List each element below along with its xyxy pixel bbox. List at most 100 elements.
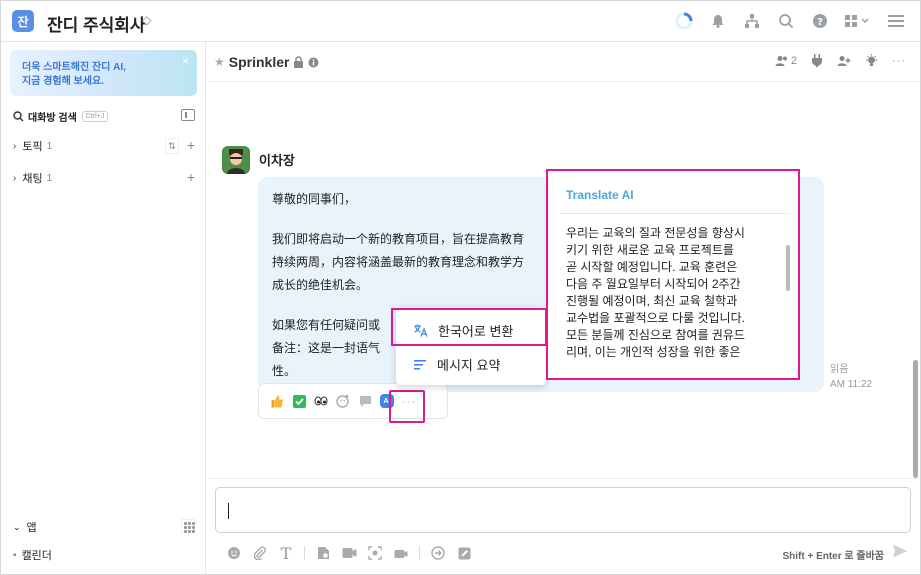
video-call-icon[interactable] <box>341 545 357 561</box>
translation-line: 모든 분들께 진심으로 참여를 권유드 <box>566 328 745 342</box>
channel-header: ★ Sprinkler 2 ··· <box>206 42 920 82</box>
workspace-badge[interactable]: 잔 <box>12 10 34 32</box>
sidebar-section-topic[interactable]: › 토픽 1 ⇅ + <box>13 138 195 154</box>
search-icon[interactable] <box>776 11 796 31</box>
workspace-switch-icon[interactable]: ◇ <box>142 13 151 27</box>
apps-menu-icon[interactable] <box>844 11 872 31</box>
sort-icon[interactable]: ⇅ <box>165 138 179 154</box>
sidebar: 더욱 스마트해진 잔디 AI, 지금 경험해 보세요. × 대화방 검색 Ctr… <box>1 42 206 574</box>
lock-icon <box>294 56 304 68</box>
toolbar-divider <box>304 546 305 560</box>
translation-line: 우리는 교육의 질과 전문성을 향상시 <box>566 226 745 240</box>
translation-line: 곧 시작할 예정입니다. 교육 훈련은 <box>566 260 738 274</box>
menu-item-label: 메시지 요약 <box>437 357 501 373</box>
org-chart-icon[interactable] <box>742 11 762 31</box>
add-member-icon[interactable] <box>837 55 851 67</box>
search-label: 대화방 검색 <box>28 112 77 124</box>
divider <box>560 213 790 214</box>
workspace-name[interactable]: 잔디 주식회사 <box>47 11 146 36</box>
eyes-icon[interactable] <box>313 393 329 409</box>
star-icon[interactable]: ★ <box>214 55 225 69</box>
sidebar-section-chat[interactable]: › 채팅 1 + <box>13 170 195 186</box>
translate-menu-highlight <box>391 308 547 346</box>
translation-text: 우리는 교육의 질과 전문성을 향상시 키기 위한 새로운 교육 프로젝트를 곧… <box>566 225 782 375</box>
sidebar-item-label: 캘린더 <box>21 550 52 562</box>
newline-hint: Shift + Enter 로 줄바꿈 <box>782 551 884 562</box>
menu-item-summary[interactable]: 메시지 요약 <box>396 347 546 381</box>
message-area: 이차장 尊敬的同事们， 我们即将启动一个新的教育项目，旨在提高教育 持续两周，内… <box>206 82 920 478</box>
translation-line: 진행될 예정이며, 최신 교육 철학과 <box>566 294 738 308</box>
hamburger-menu-icon[interactable] <box>886 11 906 31</box>
message-time: AM 11:22 <box>830 379 873 390</box>
section-label: 토픽 <box>22 141 43 153</box>
more-icon[interactable]: ··· <box>892 55 906 67</box>
message-line: 我们即将启动一个新的教育项目，旨在提高教育 <box>272 232 525 246</box>
section-count: 1 <box>46 140 53 152</box>
panel-title: Translate AI <box>566 188 634 202</box>
translate-ai-panel: Translate AI 우리는 교육의 질과 전문성을 향상시 키기 위한 새… <box>546 169 800 380</box>
toolbar-divider <box>419 546 420 560</box>
summary-icon <box>414 359 426 370</box>
text-format-icon[interactable]: T <box>278 544 294 563</box>
edit-note-icon[interactable] <box>456 545 472 561</box>
ai-button-highlight <box>389 390 425 423</box>
top-bar: 잔 잔디 주식회사 ◇ ? <box>1 1 920 42</box>
sender-name[interactable]: 이차장 <box>259 150 295 169</box>
camera-icon[interactable] <box>393 545 409 561</box>
channel-title: ★ Sprinkler <box>214 54 319 70</box>
section-label: 앱 <box>26 522 37 534</box>
message-input[interactable] <box>215 487 911 533</box>
message-line: 持续两周，内容将涵盖最新的教育理念和教学方 <box>272 255 525 269</box>
message-line: 尊敬的同事们， <box>272 192 357 206</box>
sidebar-item-calendar[interactable]: ▪ 캘린더 <box>13 547 52 563</box>
calendar-icon: ▪ <box>13 549 17 561</box>
app-grid-icon[interactable] <box>181 519 195 533</box>
avatar[interactable] <box>222 146 250 174</box>
read-status: 읽음 <box>830 364 849 375</box>
send-icon[interactable] <box>892 543 910 561</box>
promo-text: 더욱 스마트해진 잔디 AI, 지금 경험해 보세요. <box>22 62 126 87</box>
chatroom-search[interactable]: 대화방 검색 Ctrl+J <box>13 108 195 124</box>
forward-icon[interactable] <box>430 545 446 561</box>
bell-icon[interactable] <box>708 11 728 31</box>
add-chat-icon[interactable]: + <box>187 170 195 184</box>
ai-promo-banner[interactable]: 더욱 스마트해진 잔디 AI, 지금 경험해 보세요. × <box>10 50 197 96</box>
composer-toolbar: T <box>226 544 472 563</box>
sidebar-section-apps[interactable]: ⌄ 앱 <box>13 519 195 535</box>
chevron-down-icon: ⌄ <box>13 521 21 532</box>
thumbs-up-icon[interactable] <box>269 393 285 409</box>
plug-icon[interactable] <box>811 54 823 67</box>
emoji-icon[interactable] <box>226 545 242 561</box>
chevron-right-icon: › <box>13 140 17 152</box>
composer: T Shift + Enter 로 줄바꿈 <box>206 478 920 574</box>
top-icons: ? <box>674 11 906 31</box>
shortcut-badge: Ctrl+J <box>81 110 109 122</box>
close-icon[interactable]: × <box>182 54 189 68</box>
comment-icon[interactable] <box>357 393 373 409</box>
attach-icon[interactable] <box>252 545 268 561</box>
loading-ring-icon[interactable] <box>674 11 694 31</box>
member-count: 2 <box>790 54 797 67</box>
message-line: 成长的绝佳机会。 <box>272 278 369 292</box>
screen-capture-icon[interactable] <box>367 545 383 561</box>
message-scrollbar[interactable] <box>913 360 918 478</box>
file-icon[interactable] <box>315 545 331 561</box>
check-icon[interactable] <box>291 393 307 409</box>
help-icon[interactable]: ? <box>810 11 830 31</box>
translation-line: 리며, 이는 개인적 성장을 위한 좋은 <box>566 345 741 359</box>
chevron-right-icon: › <box>13 172 17 184</box>
add-topic-icon[interactable]: + <box>187 138 195 154</box>
translation-line: 다음 주 월요일부터 시작되어 2주간 <box>566 277 741 291</box>
info-icon[interactable] <box>308 57 319 68</box>
text-caret <box>228 503 229 519</box>
panel-scrollbar[interactable] <box>786 245 790 291</box>
bulb-icon[interactable] <box>865 54 878 67</box>
channel-name[interactable]: Sprinkler <box>229 54 290 70</box>
members-button[interactable]: 2 <box>775 55 797 67</box>
search-icon <box>13 110 24 121</box>
channel-actions: 2 ··· <box>775 54 906 67</box>
add-emoji-icon[interactable] <box>335 393 351 409</box>
translation-line: 교수법을 포괄적으로 다룰 것입니다. <box>566 311 745 325</box>
panel-toggle-icon[interactable] <box>181 109 195 121</box>
section-label: 채팅 <box>22 173 43 185</box>
